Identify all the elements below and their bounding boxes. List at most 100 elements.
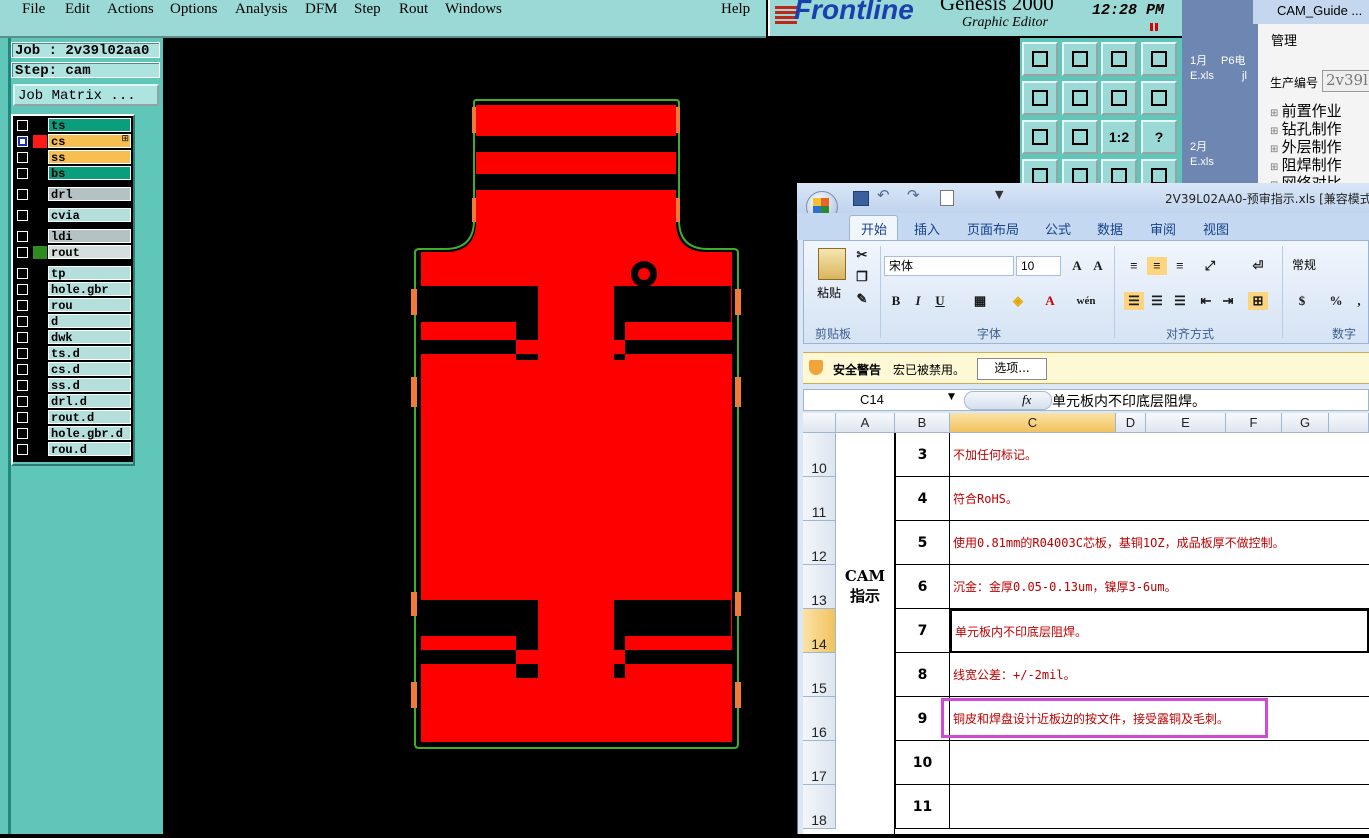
- formula-content[interactable]: 单元板内不印底层阻焊。: [1052, 391, 1206, 411]
- name-box[interactable]: C14: [860, 392, 884, 407]
- paste-button[interactable]: 粘贴: [817, 284, 841, 301]
- select-all-corner[interactable]: [803, 413, 836, 433]
- layer-row-rout[interactable]: rout: [14, 245, 132, 260]
- column-header[interactable]: A: [836, 413, 895, 433]
- cell-b[interactable]: 10: [895, 741, 950, 785]
- font-color-icon[interactable]: A: [1040, 292, 1060, 310]
- layer-checkbox[interactable]: [17, 152, 28, 163]
- layer-name[interactable]: hole.gbr: [48, 282, 131, 297]
- layer-checkbox[interactable]: [17, 444, 28, 455]
- align-left-icon[interactable]: ☰: [1124, 292, 1144, 310]
- layer-name[interactable]: dwk: [48, 330, 131, 345]
- cell-c[interactable]: 沉金：金厚0.05-0.13um，镍厚3-6um。: [950, 565, 1369, 609]
- desktop-label[interactable]: E.xls: [1190, 156, 1214, 168]
- column-header[interactable]: F: [1226, 413, 1282, 433]
- layer-name[interactable]: rou: [48, 298, 131, 313]
- cell-b[interactable]: 4: [895, 477, 950, 521]
- layer-color-swatch[interactable]: [33, 167, 47, 180]
- layer-color-swatch[interactable]: [33, 363, 47, 376]
- shrink-font-icon[interactable]: A: [1088, 257, 1108, 275]
- layer-row-bs[interactable]: bs: [14, 166, 132, 181]
- currency-icon[interactable]: $: [1292, 292, 1312, 310]
- align-right-icon[interactable]: ☰: [1170, 292, 1190, 310]
- menu-dfm[interactable]: DFM: [305, 1, 338, 18]
- redo-view-icon[interactable]: [1141, 81, 1177, 115]
- layer-name[interactable]: d: [48, 314, 131, 329]
- row-header[interactable]: 14: [803, 609, 836, 653]
- comma-icon[interactable]: ,: [1349, 292, 1369, 310]
- desktop-label[interactable]: E.xls: [1190, 70, 1214, 82]
- borders-icon[interactable]: ▦: [970, 292, 990, 310]
- layer-checkbox[interactable]: [17, 284, 28, 295]
- row-header[interactable]: 11: [803, 477, 836, 521]
- layer-name[interactable]: cvia: [48, 208, 131, 223]
- layer-checkbox[interactable]: [17, 268, 28, 279]
- layer-row-drl[interactable]: drl: [14, 187, 132, 202]
- column-header-empty[interactable]: [1329, 413, 1369, 433]
- grow-font-icon[interactable]: A: [1067, 257, 1087, 275]
- layer-row-cvia[interactable]: cvia: [14, 208, 132, 223]
- layer-row-d[interactable]: d: [14, 314, 132, 329]
- cell-b[interactable]: 5: [895, 521, 950, 565]
- menu-windows[interactable]: Windows: [445, 1, 502, 18]
- cell-c[interactable]: 符合RoHS。: [950, 477, 1369, 521]
- layer-color-swatch[interactable]: [33, 119, 47, 132]
- layer-name[interactable]: drl.d: [48, 394, 131, 409]
- tab-page-layout[interactable]: 页面布局: [967, 219, 1019, 238]
- layer-color-swatch[interactable]: [33, 411, 47, 424]
- manage-tab[interactable]: 管理: [1271, 30, 1297, 49]
- tab-home[interactable]: 开始: [861, 219, 887, 238]
- menu-step[interactable]: Step: [354, 1, 381, 18]
- copy-icon[interactable]: ❐: [852, 268, 872, 286]
- pause-icon[interactable]: [1150, 23, 1158, 31]
- fill-color-icon[interactable]: ◈: [1008, 292, 1028, 310]
- cell-b[interactable]: 7: [895, 609, 950, 653]
- layer-row-rou[interactable]: rou: [14, 298, 132, 313]
- orientation-icon[interactable]: ⤢: [1200, 257, 1220, 275]
- layer-checkbox[interactable]: [17, 316, 28, 327]
- menu-options[interactable]: Options: [170, 1, 218, 18]
- column-header[interactable]: E: [1146, 413, 1226, 433]
- tab-data[interactable]: 数据: [1097, 219, 1123, 238]
- customize-qat-icon[interactable]: ▼: [995, 188, 1003, 201]
- layer-row-dwk[interactable]: dwk: [14, 330, 132, 345]
- layer-name[interactable]: drl: [48, 187, 131, 202]
- menu-analysis[interactable]: Analysis: [235, 1, 288, 18]
- increase-indent-icon[interactable]: ⇥: [1218, 292, 1238, 310]
- column-header[interactable]: C: [950, 413, 1116, 433]
- layer-checkbox[interactable]: [17, 120, 28, 131]
- layer-color-swatch[interactable]: [33, 395, 47, 408]
- layer-checkbox[interactable]: [17, 396, 28, 407]
- cell-c[interactable]: [950, 741, 1369, 785]
- desktop-label[interactable]: P6电: [1221, 52, 1245, 68]
- pan-right-icon[interactable]: [1062, 81, 1098, 115]
- column-header[interactable]: D: [1116, 413, 1146, 433]
- layer-color-swatch[interactable]: [33, 267, 47, 280]
- cell-c[interactable]: [950, 785, 1369, 829]
- home-icon[interactable]: [1101, 42, 1137, 76]
- row-header[interactable]: 13: [803, 565, 836, 609]
- help-icon[interactable]: ?: [1141, 120, 1177, 154]
- merge-center-icon[interactable]: ⊞: [1248, 292, 1268, 310]
- layer-color-swatch[interactable]: [33, 299, 47, 312]
- layer-name[interactable]: hole.gbr.d: [48, 426, 131, 441]
- tab-view[interactable]: 视图: [1203, 219, 1229, 238]
- layer-color-swatch[interactable]: [33, 283, 47, 296]
- layer-color-swatch[interactable]: [33, 151, 47, 164]
- layer-row-ss.d[interactable]: ss.d: [14, 378, 132, 393]
- number-format-box[interactable]: 常规: [1288, 256, 1369, 276]
- layer-color-swatch[interactable]: [33, 230, 47, 243]
- bold-icon[interactable]: B: [886, 292, 906, 310]
- cell-c[interactable]: 使用0.81mm的R04003C芯板，基铜1OZ，成品板厚不做控制。: [950, 521, 1369, 565]
- format-painter-icon[interactable]: ✎: [852, 290, 872, 308]
- layer-name[interactable]: bs: [48, 166, 131, 181]
- print-preview-icon[interactable]: [940, 190, 954, 206]
- tab-insert[interactable]: 插入: [914, 219, 940, 238]
- layer-color-swatch[interactable]: [33, 315, 47, 328]
- layer-checkbox[interactable]: [17, 348, 28, 359]
- cell-b[interactable]: 8: [895, 653, 950, 697]
- layer-checkbox[interactable]: [17, 136, 28, 147]
- align-bottom-icon[interactable]: ≡: [1170, 257, 1190, 275]
- cell-b[interactable]: 3: [895, 433, 950, 477]
- desktop-label[interactable]: 1月: [1190, 52, 1207, 68]
